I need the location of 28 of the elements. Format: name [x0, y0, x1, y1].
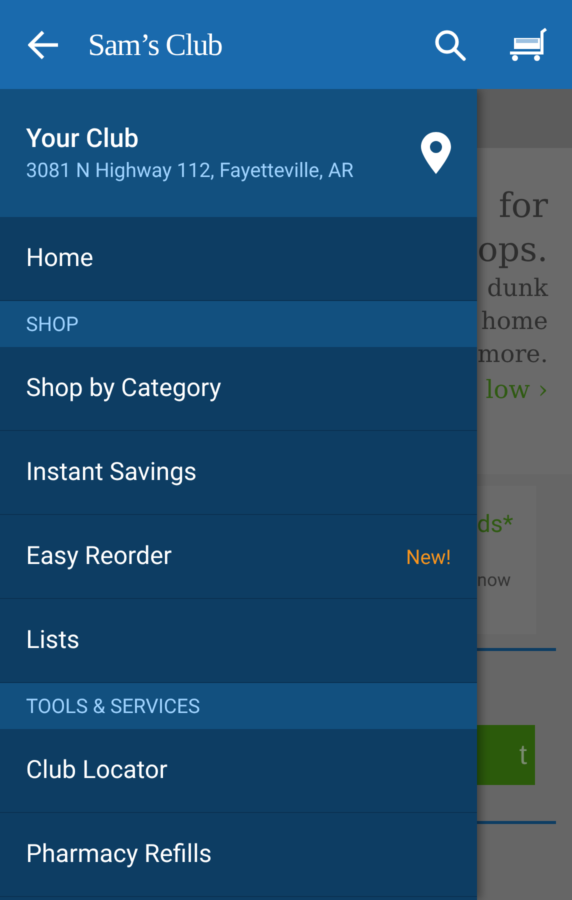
- location-pin-icon[interactable]: [421, 132, 451, 174]
- section-title: TOOLS & SERVICES: [26, 694, 200, 718]
- club-title: Your Club: [26, 124, 140, 154]
- promo-text: ops.: [478, 229, 548, 272]
- promo-text: more.: [477, 339, 548, 370]
- search-icon: [434, 28, 466, 60]
- back-button[interactable]: [28, 30, 60, 60]
- section-title: SHOP: [26, 312, 79, 336]
- menu-item-label: Instant Savings: [26, 458, 197, 487]
- offer-text: now: [477, 570, 512, 591]
- new-label: New!: [406, 544, 451, 568]
- club-address: 3081 N Highway 112, Fayetteville, AR: [26, 158, 354, 182]
- search-button[interactable]: [434, 28, 466, 60]
- cart-button[interactable]: [508, 28, 548, 62]
- cart-icon: [508, 28, 548, 62]
- promo-text: for: [498, 185, 548, 228]
- promo-text: home: [481, 306, 548, 337]
- menu-item-label: Shop by Category: [26, 374, 222, 403]
- back-arrow-icon: [28, 30, 60, 60]
- menu-item-label: Easy Reorder: [26, 542, 172, 571]
- menu-item-label: Lists: [26, 626, 80, 655]
- menu-item-label: Club Locator: [26, 756, 168, 785]
- menu-item-label: Pharmacy Refills: [26, 840, 212, 869]
- offer-title: ds*: [477, 510, 514, 538]
- menu-item-label: Home: [26, 244, 94, 273]
- promo-text: dunk: [487, 273, 548, 304]
- menu-item[interactable]: Pharmacy Refills: [0, 813, 477, 897]
- app-logo: Sam’s Club: [88, 26, 223, 62]
